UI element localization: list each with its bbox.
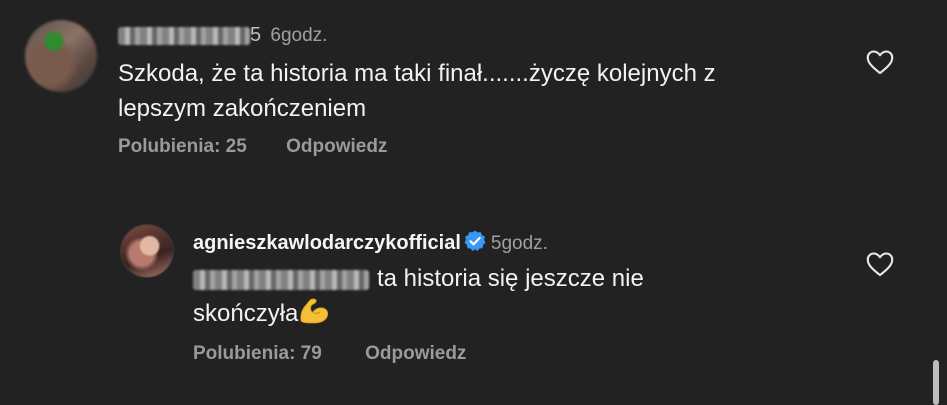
comment-1-header: 5 6godz. [118, 24, 327, 47]
comment-2-header: agnieszkawlodarczykofficial 5godz. [193, 229, 548, 255]
scrollbar-thumb[interactable] [933, 360, 939, 405]
comment-1-text: Szkoda, że ta historia ma taki finał....… [118, 56, 716, 126]
comment-text-line: Szkoda, że ta historia ma taki finał....… [118, 60, 716, 87]
reply-button[interactable]: Odpowiedz [365, 343, 466, 365]
username-redacted[interactable] [118, 26, 250, 45]
comment-text-line: skończyła [193, 296, 644, 331]
comment-time: 5godz. [490, 233, 548, 254]
heart-icon[interactable] [866, 49, 894, 75]
comment-2-text: ta historia się jeszcze nie skończyła [193, 261, 644, 331]
likes-count-button[interactable]: Polubienia: 25 [118, 136, 247, 158]
username-tail[interactable]: 5 [250, 24, 261, 46]
commenter-avatar[interactable] [25, 20, 97, 92]
verified-badge-icon [464, 230, 486, 252]
heart-icon[interactable] [866, 251, 894, 277]
likes-count-button[interactable]: Polubienia: 79 [193, 343, 322, 365]
comment-text-line: lepszym zakończeniem [118, 95, 367, 122]
reply-button[interactable]: Odpowiedz [286, 136, 387, 158]
comment-2-actions: Polubienia: 79 Odpowiedz [193, 343, 466, 365]
comment-text-line: ta historia się jeszcze nie [193, 261, 644, 296]
comment-1-actions: Polubienia: 25 Odpowiedz [118, 136, 387, 158]
username-link[interactable]: agnieszkawlodarczykofficial [193, 232, 461, 254]
comment-time: 6godz. [270, 25, 328, 46]
author-avatar[interactable] [121, 225, 173, 277]
comment-text: skończyła [193, 300, 299, 327]
mention-redacted[interactable] [193, 269, 369, 290]
flexed-biceps-emoji [300, 298, 329, 324]
comment-text: ta historia się jeszcze nie [377, 265, 644, 292]
